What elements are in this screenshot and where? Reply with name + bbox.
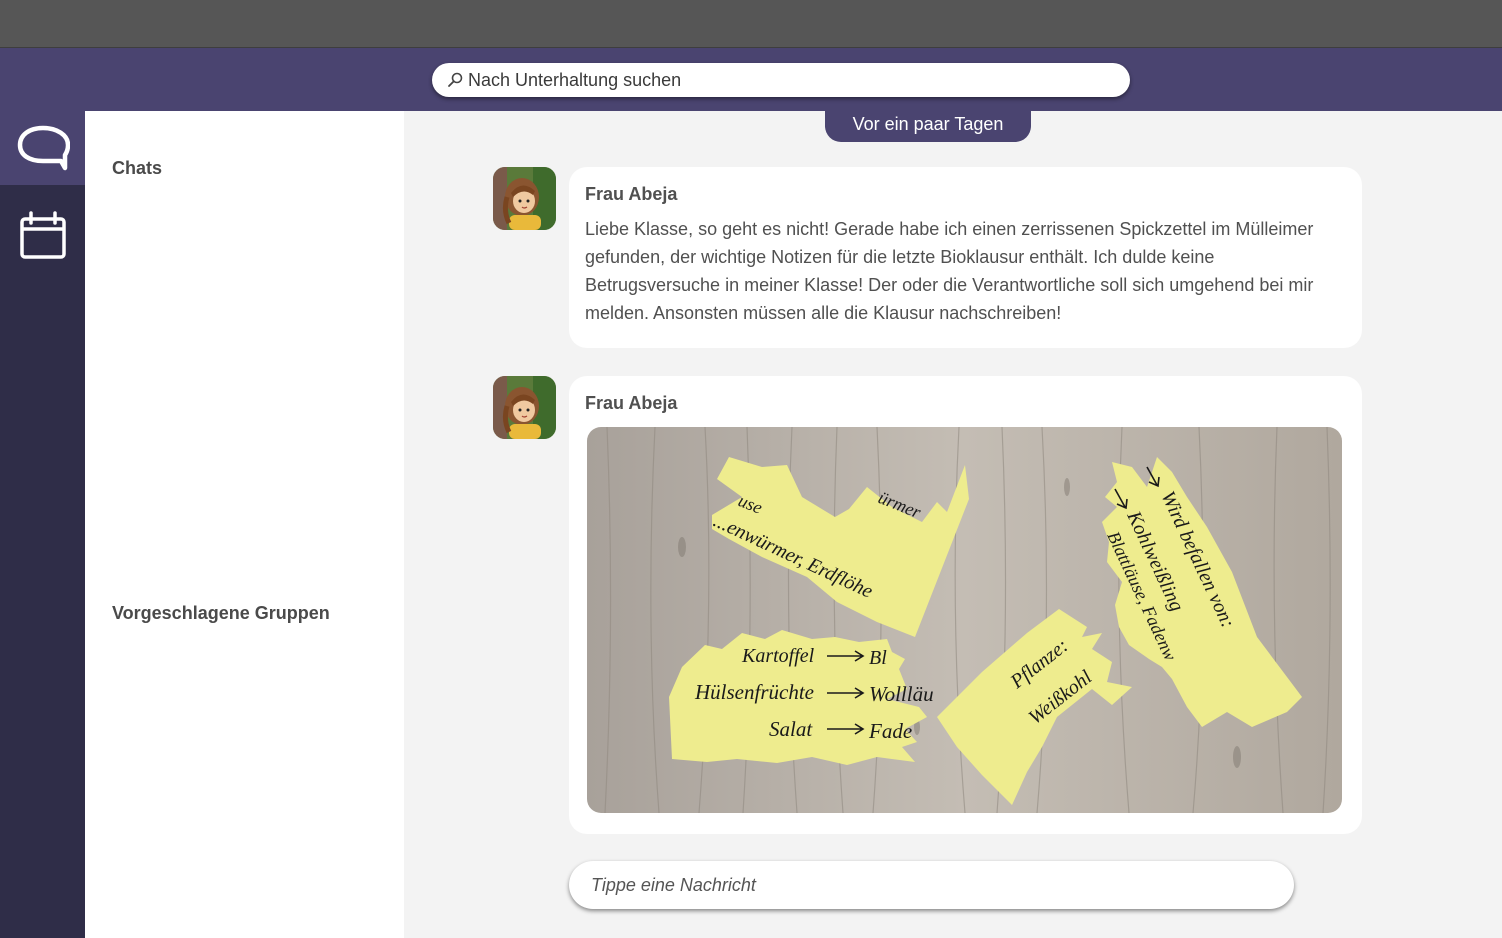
search-input[interactable]: [468, 69, 1108, 91]
teacher-avatar-image: [493, 376, 556, 439]
chat-bubble-icon: [17, 125, 70, 171]
top-bar: [0, 48, 1502, 111]
teacher-avatar-image: [493, 167, 556, 230]
calendar-icon: [19, 211, 66, 259]
nav-calendar-button[interactable]: [0, 199, 85, 273]
note-text: Bl: [869, 647, 887, 669]
search-icon: [448, 72, 463, 87]
message-image[interactable]: use ürmer ...enwürmer, Erdflöhe Kartoffe…: [587, 427, 1342, 813]
date-separator: Vor ein paar Tagen: [825, 106, 1031, 142]
message-bubble: Frau Abeja Liebe Klasse, so geht es nich…: [569, 167, 1362, 348]
note-text: Hülsenfrüchte: [694, 680, 814, 704]
sidebar: Chats Vorgeschlagene Gruppen: [85, 111, 404, 938]
avatar[interactable]: [493, 167, 556, 230]
search-bar[interactable]: [432, 63, 1130, 97]
message-text: Liebe Klasse, so geht es nicht! Gerade h…: [585, 219, 1314, 323]
note-text: Wollläu: [869, 682, 934, 706]
window-titlebar: [0, 0, 1502, 48]
note-text: Kartoffel: [741, 645, 815, 667]
message-input[interactable]: [591, 874, 1271, 896]
note-text: Salat: [769, 717, 813, 741]
chats-heading: Chats: [112, 158, 163, 178]
nav-chats-button[interactable]: [0, 111, 85, 185]
avatar[interactable]: [493, 376, 556, 439]
message-author: Frau Abeja: [585, 184, 678, 204]
chat-panel: Vor ein paar Tagen Frau Abeja Liebe Klas…: [404, 106, 1502, 938]
message-bubble: Frau Abeja use ürmer ...enwürmer, Erdflö…: [569, 376, 1362, 834]
suggested-groups-heading: Vorgeschlagene Gruppen: [112, 603, 330, 623]
torn-notes-photo: use ürmer ...enwürmer, Erdflöhe Kartoffe…: [587, 427, 1342, 813]
nav-rail: [0, 111, 85, 938]
note-text: Fade: [868, 719, 912, 743]
message-author: Frau Abeja: [585, 393, 678, 413]
message-composer[interactable]: [569, 861, 1294, 909]
